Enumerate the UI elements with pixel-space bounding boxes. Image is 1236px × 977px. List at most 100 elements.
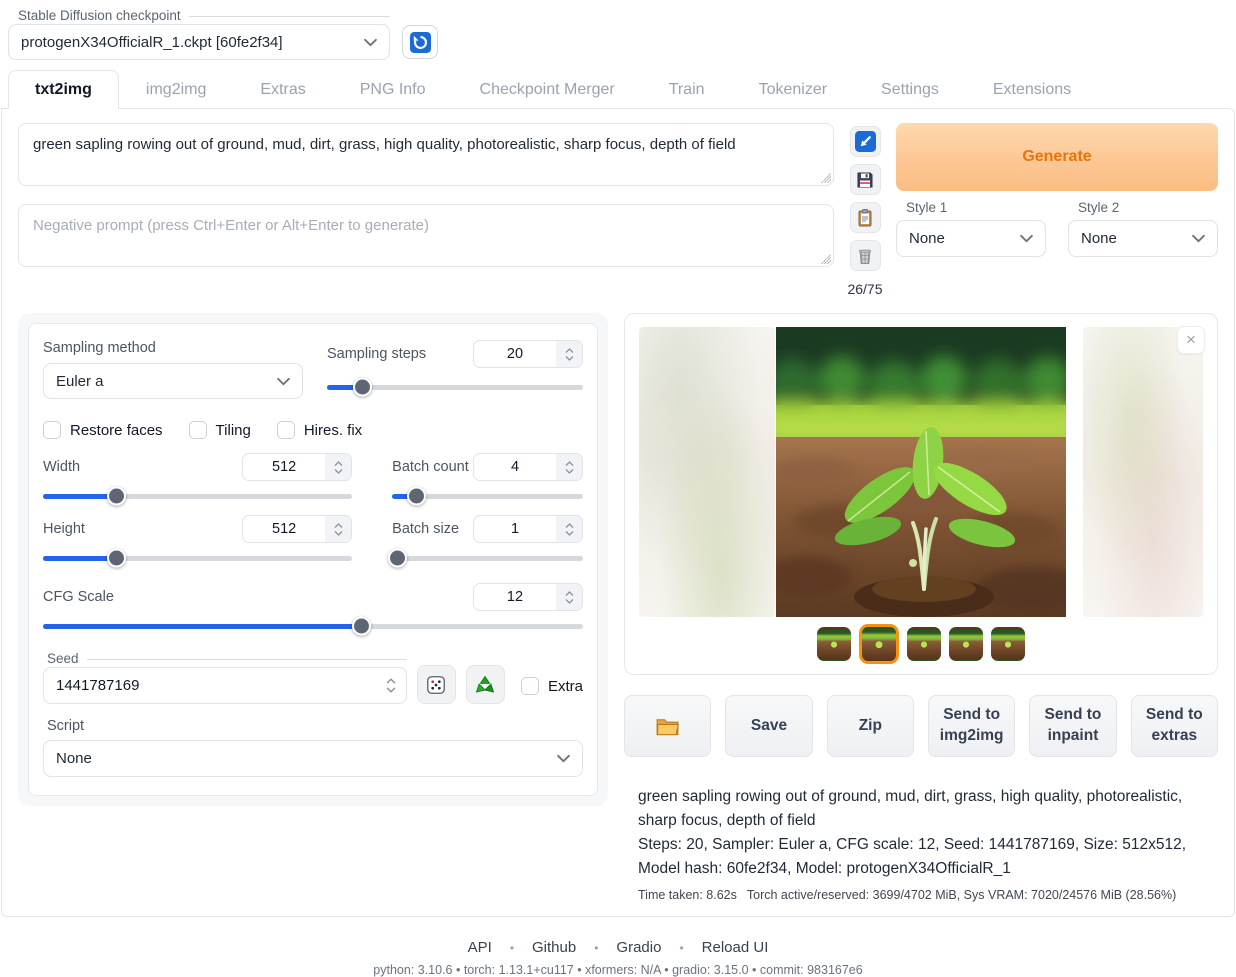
batch-size-slider[interactable] xyxy=(392,549,583,567)
thumbnail-5[interactable] xyxy=(991,627,1025,661)
sampling-method-dropdown[interactable]: Euler a xyxy=(43,363,303,399)
github-link[interactable]: Github xyxy=(532,939,576,956)
checkbox-box[interactable] xyxy=(277,421,295,439)
cfg-scale-input[interactable] xyxy=(473,583,583,611)
tab-extras[interactable]: Extras xyxy=(233,70,332,108)
tiling-label: Tiling xyxy=(216,422,251,439)
tab-png-info[interactable]: PNG Info xyxy=(333,70,453,108)
style1-label: Style 1 xyxy=(896,200,1046,215)
open-output-folder-button[interactable] xyxy=(624,695,711,757)
send-to-img2img-button[interactable]: Send to img2img xyxy=(928,695,1015,757)
gallery-previous-image-ghost[interactable] xyxy=(639,327,775,617)
generated-image[interactable] xyxy=(776,327,1066,617)
dice-icon xyxy=(425,674,447,696)
page-footer: API• Github• Gradio• Reload UI python: 3… xyxy=(0,917,1236,977)
thumbnail-1[interactable] xyxy=(817,627,851,661)
style2-dropdown[interactable]: None xyxy=(1068,220,1218,257)
tab-tokenizer[interactable]: Tokenizer xyxy=(732,70,854,108)
cfg-scale-slider[interactable] xyxy=(43,617,583,635)
hires-fix-checkbox[interactable]: Hires. fix xyxy=(277,421,362,439)
height-label: Height xyxy=(43,521,85,537)
gradio-link[interactable]: Gradio xyxy=(616,939,661,956)
batch-count-spinner[interactable] xyxy=(556,454,582,480)
version-info: python: 3.10.6 • torch: 1.13.1+cu117 • x… xyxy=(0,963,1236,977)
token-counter: 26/75 xyxy=(847,281,882,297)
app-header: Stable Diffusion checkpoint protogenX34O… xyxy=(0,0,1236,70)
send-to-inpaint-button[interactable]: Send to inpaint xyxy=(1029,695,1116,757)
tab-train[interactable]: Train xyxy=(642,70,732,108)
checkbox-box[interactable] xyxy=(43,421,61,439)
cfg-scale-spinner[interactable] xyxy=(556,584,582,610)
api-link[interactable]: API xyxy=(468,939,492,956)
tab-settings[interactable]: Settings xyxy=(854,70,966,108)
refresh-checkpoint-button[interactable] xyxy=(402,25,438,59)
seed-spinner[interactable] xyxy=(382,674,400,697)
dot-separator: • xyxy=(510,941,514,955)
generation-info: green sapling rowing out of ground, mud,… xyxy=(624,785,1218,916)
thumbnail-3[interactable] xyxy=(907,627,941,661)
send-to-extras-button[interactable]: Send to extras xyxy=(1131,695,1218,757)
slider-thumb[interactable] xyxy=(107,549,126,568)
paste-generation-params-button[interactable] xyxy=(850,126,881,157)
height-slider[interactable] xyxy=(43,549,352,567)
batch-size-spinner[interactable] xyxy=(556,516,582,542)
slider-thumb[interactable] xyxy=(107,487,126,506)
chevron-down-icon xyxy=(1192,234,1205,243)
width-slider[interactable] xyxy=(43,487,352,505)
thumbnail-2-selected[interactable] xyxy=(859,624,899,664)
slider-thumb[interactable] xyxy=(352,617,371,636)
width-spinner[interactable] xyxy=(325,454,351,480)
random-seed-button[interactable] xyxy=(417,665,456,704)
height-input[interactable] xyxy=(242,515,352,543)
apply-style-button[interactable] xyxy=(850,202,881,233)
chevron-down-icon xyxy=(364,38,377,47)
vram-usage: Torch active/reserved: 3699/4702 MiB, Sy… xyxy=(747,888,1176,902)
save-button[interactable]: Save xyxy=(725,695,812,757)
batch-count-input[interactable] xyxy=(473,453,583,481)
style1-dropdown[interactable]: None xyxy=(896,220,1046,257)
sampling-steps-slider[interactable] xyxy=(327,378,583,396)
checkpoint-dropdown[interactable]: protogenX34OfficialR_1.ckpt [60fe2f34] xyxy=(8,24,390,60)
generation-info-prompt: green sapling rowing out of ground, mud,… xyxy=(638,785,1198,833)
tab-img2img[interactable]: img2img xyxy=(119,70,233,108)
extra-seed-checkbox[interactable]: Extra xyxy=(521,677,583,695)
tab-checkpoint-merger[interactable]: Checkpoint Merger xyxy=(453,70,642,108)
checkpoint-value: protogenX34OfficialR_1.ckpt [60fe2f34] xyxy=(21,34,283,51)
gallery-next-image-ghost[interactable] xyxy=(1083,327,1203,617)
batch-size-input[interactable] xyxy=(473,515,583,543)
slider-thumb[interactable] xyxy=(388,549,407,568)
close-gallery-button[interactable]: × xyxy=(1177,326,1205,354)
script-value: None xyxy=(56,750,92,767)
height-spinner[interactable] xyxy=(325,516,351,542)
generate-button[interactable]: Generate xyxy=(896,123,1218,191)
tiling-checkbox[interactable]: Tiling xyxy=(189,421,251,439)
checkpoint-label: Stable Diffusion checkpoint xyxy=(8,8,390,23)
refresh-icon xyxy=(410,32,431,53)
checkbox-box[interactable] xyxy=(521,677,539,695)
slider-thumb[interactable] xyxy=(353,378,372,397)
batch-count-slider[interactable] xyxy=(392,487,583,505)
reuse-seed-button[interactable] xyxy=(466,665,505,704)
save-style-button[interactable] xyxy=(850,164,881,195)
style2-label: Style 2 xyxy=(1068,200,1218,215)
sampling-steps-input[interactable] xyxy=(473,340,583,368)
arrow-down-left-icon xyxy=(855,131,876,152)
tab-extensions[interactable]: Extensions xyxy=(966,70,1098,108)
thumbnail-4[interactable] xyxy=(949,627,983,661)
tab-txt2img[interactable]: txt2img xyxy=(8,70,119,109)
clear-prompt-button[interactable] xyxy=(850,240,881,271)
prompt-input[interactable]: green sapling rowing out of ground, mud,… xyxy=(18,123,834,186)
hires-fix-label: Hires. fix xyxy=(304,422,362,439)
zip-button[interactable]: Zip xyxy=(827,695,914,757)
restore-faces-checkbox[interactable]: Restore faces xyxy=(43,421,163,439)
negative-prompt-input[interactable] xyxy=(18,204,834,267)
reload-ui-link[interactable]: Reload UI xyxy=(702,939,769,956)
checkbox-box[interactable] xyxy=(189,421,207,439)
width-input[interactable] xyxy=(242,453,352,481)
slider-thumb[interactable] xyxy=(407,487,426,506)
script-dropdown[interactable]: None xyxy=(43,740,583,777)
dot-separator: • xyxy=(594,941,598,955)
width-label: Width xyxy=(43,459,80,475)
seed-input[interactable] xyxy=(43,667,407,704)
sampling-steps-spinner[interactable] xyxy=(556,341,582,367)
